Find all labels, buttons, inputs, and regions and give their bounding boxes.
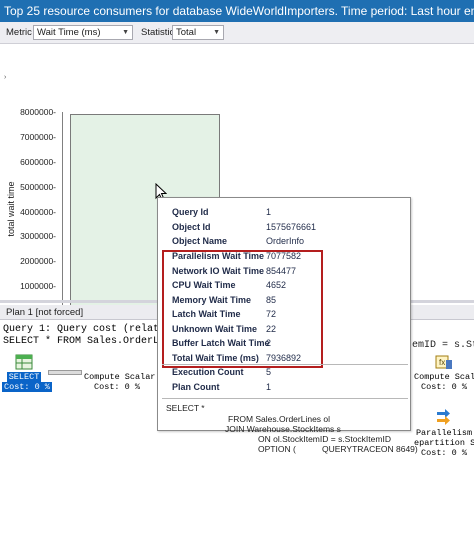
tooltip-value: 7077582	[266, 251, 302, 261]
chevron-down-icon: ▼	[213, 29, 220, 36]
tooltip-row: Plan Count 1	[158, 382, 412, 396]
y-tick-label: 7000000-	[20, 131, 56, 142]
tooltip-key: CPU Wait Time	[172, 280, 236, 290]
sql-line-1: SELECT *	[166, 403, 205, 413]
tooltip-value: 854477	[266, 265, 297, 276]
tooltip-value: 5	[266, 367, 272, 377]
tooltip-row: Object Id 1575676661	[158, 222, 412, 236]
tooltip-row: Unknown Wait Time 22	[158, 324, 412, 338]
metric-label: Metric	[6, 27, 32, 38]
svg-text:fx: fx	[439, 358, 445, 367]
tooltip-key: Object Id	[172, 221, 211, 232]
parallelism-subtitle: epartition Stre	[414, 438, 474, 448]
sql-line-5b: QUERYTRACEON 8649)	[322, 444, 418, 454]
tooltip-value: 1	[266, 207, 272, 217]
tooltip-row: Buffer Latch Wait Time 2	[158, 338, 412, 352]
parallelism-cost: Cost: 0 %	[421, 448, 467, 458]
tooltip-key: Unknown Wait Time	[172, 323, 258, 334]
tooltip-row: Latch Wait Time 72	[158, 309, 412, 323]
tooltip-key: Plan Count	[172, 381, 220, 392]
tooltip-row: Query Id 1	[158, 207, 412, 221]
y-tick-label: 5000000-	[20, 181, 56, 192]
select-operator-cost: Cost: 0 %	[2, 382, 52, 392]
tooltip-separator	[162, 364, 408, 365]
tooltip-key: Object Name	[172, 236, 228, 246]
table-grid-icon	[15, 354, 33, 370]
query-cost-line: Query 1: Query cost (relativ	[3, 324, 172, 335]
y-tick-label: 2000000-	[20, 256, 56, 267]
tooltip-value: OrderInfo	[266, 236, 305, 246]
tooltip-key: Execution Count	[172, 367, 244, 377]
tooltip-value: 85	[266, 294, 277, 305]
statistic-value: Total	[176, 27, 197, 38]
select-operator[interactable]: SELECT Cost: 0 %	[2, 354, 52, 392]
statistic-label: Statistic	[141, 27, 175, 38]
parallelism-operator[interactable]: Parallelism epartition Stre Cost: 0 %	[414, 408, 474, 458]
compute-scalar-2-name: Compute Scala	[414, 372, 474, 382]
plan-connector	[48, 370, 82, 375]
collapse-arrow-icon[interactable]: ›	[4, 74, 6, 81]
query-details-tooltip: Query Id 1 Object Id 1575676661 Object Name O…	[157, 197, 411, 431]
y-tick-label: 1000000-	[20, 281, 56, 292]
tooltip-value: 1	[266, 381, 272, 392]
tooltip-row: CPU Wait Time 4652	[158, 280, 412, 294]
chevron-down-icon: ▼	[122, 29, 129, 36]
compute-scalar-cost: Cost: 0 %	[94, 382, 140, 392]
tooltip-row: Object Name OrderInfo	[158, 236, 412, 250]
statistic-dropdown[interactable]: Total ▼	[172, 25, 224, 40]
tooltip-row: Execution Count 5	[158, 367, 412, 381]
y-tick-label: 4000000-	[20, 206, 56, 217]
tooltip-value: 72	[266, 309, 277, 319]
parallelism-name: Parallelism	[415, 428, 473, 438]
tooltip-key: Query Id	[172, 207, 209, 217]
y-tick-label: 3000000-	[20, 231, 56, 242]
query-text-continued: emID = s.St	[412, 340, 474, 351]
compute-scalar-icon: fx	[435, 355, 452, 369]
tooltip-key: Buffer Latch Wait Time	[172, 338, 270, 348]
tooltip-value: 4652	[266, 280, 287, 290]
sql-line-3: JOIN Warehouse.StockItems s	[225, 424, 341, 434]
compute-scalar-name: Compute Scalar	[84, 372, 156, 382]
tooltip-value: 22	[266, 323, 277, 334]
tooltip-key: Parallelism Wait Time	[172, 251, 265, 261]
tooltip-row: Memory Wait Time 85	[158, 295, 412, 309]
tooltip-value: 7936892	[266, 352, 302, 363]
tooltip-key: Network IO Wait Time	[172, 265, 265, 276]
tooltip-row: Network IO Wait Time 854477	[158, 266, 412, 280]
tooltip-row: Parallelism Wait Time 7077582	[158, 251, 412, 265]
tooltip-key: Memory Wait Time	[172, 294, 252, 305]
sql-line-5: OPTION (	[258, 444, 296, 454]
query-text-line: SELECT * FROM Sales.OrderLin	[3, 336, 172, 347]
metric-value: Wait Time (ms)	[37, 27, 101, 38]
tooltip-value: 2	[266, 338, 272, 348]
sql-line-2: FROM Sales.OrderLines ol	[228, 414, 331, 424]
select-operator-name: SELECT	[6, 372, 42, 382]
metric-dropdown[interactable]: Wait Time (ms) ▼	[33, 25, 133, 40]
y-tick-label: 8000000-	[20, 107, 56, 117]
toolbar: Metric Wait Time (ms) ▼ Statistic Total …	[0, 22, 474, 44]
tooltip-value: 1575676661	[266, 221, 317, 232]
tooltip-key: Latch Wait Time	[172, 309, 241, 319]
compute-scalar-2-cost: Cost: 0 %	[421, 382, 467, 392]
y-axis-line	[62, 112, 63, 312]
window-title: Top 25 resource consumers for database W…	[0, 0, 474, 22]
tooltip-separator	[162, 398, 408, 399]
y-tick-label: 6000000-	[20, 156, 56, 167]
compute-scalar-operator[interactable]: Compute Scalar Cost: 0 %	[84, 372, 155, 392]
sql-line-4: ON ol.StockItemID = s.StockItemID	[258, 434, 391, 444]
compute-scalar-operator-2[interactable]: fx Compute Scala Cost: 0 %	[414, 354, 474, 392]
tooltip-key: Total Wait Time (ms)	[172, 352, 259, 363]
parallelism-arrows-icon	[437, 409, 450, 425]
